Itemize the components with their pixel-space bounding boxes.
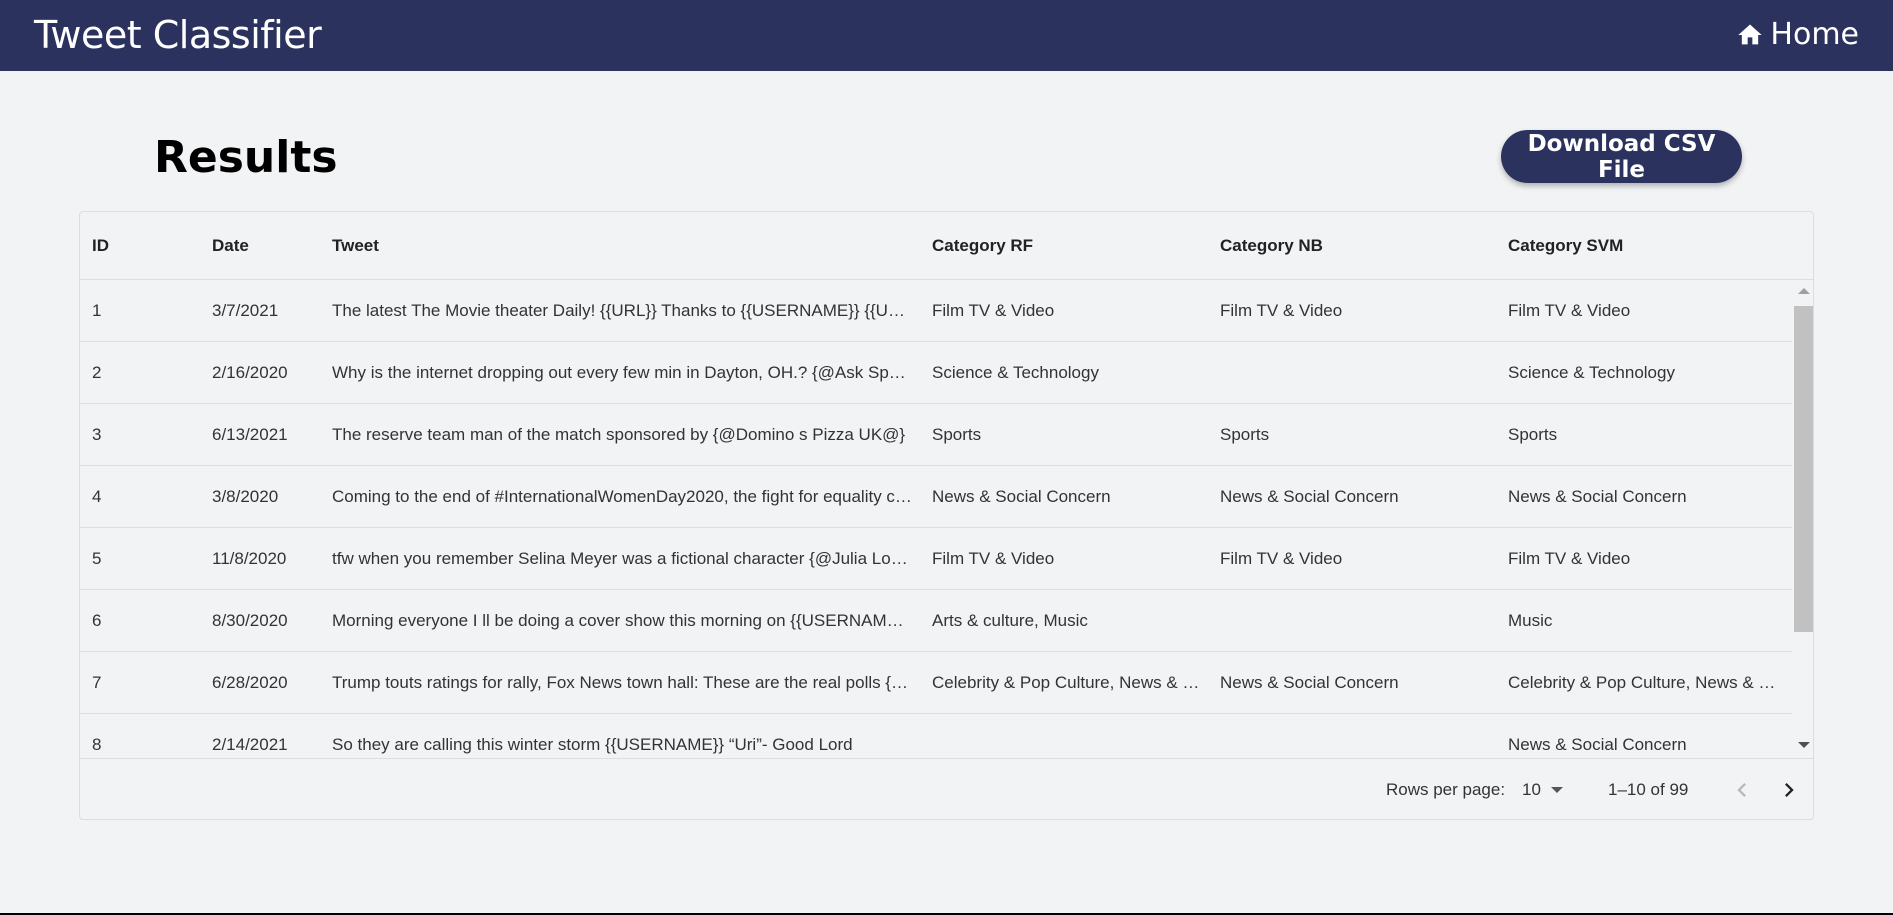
next-page-icon[interactable] (1775, 776, 1803, 804)
cell-date: 3/7/2021 (212, 301, 279, 320)
app-title: Tweet Classifier (34, 13, 322, 57)
column-header-category-svm[interactable]: Category SVM (1508, 212, 1623, 280)
cell-category-svm: Sports (1508, 425, 1558, 444)
cell-id: 4 (92, 487, 102, 506)
cell-date: 6/13/2021 (212, 425, 288, 444)
cell-id: 1 (92, 301, 102, 320)
cell-date: 11/8/2020 (212, 549, 287, 568)
table-row[interactable]: 8 2/14/2021 So they are calling this win… (80, 714, 1792, 758)
cell-tweet: The reserve team man of the match sponso… (332, 425, 906, 444)
table-row[interactable]: 6 8/30/2020 Morning everyone I ll be doi… (80, 590, 1792, 652)
cell-category-nb: Sports (1220, 425, 1270, 444)
column-header-category-nb[interactable]: Category NB (1220, 212, 1323, 280)
cell-category-rf: Celebrity & Pop Culture, News & Social C… (932, 673, 1202, 692)
cell-category-nb: News & Social Concern (1220, 673, 1399, 692)
column-header-id[interactable]: ID (92, 212, 192, 280)
cell-tweet: Coming to the end of #InternationalWomen… (332, 487, 912, 506)
table-scrollbar[interactable] (1792, 280, 1813, 758)
cell-category-svm: News & Social Concern (1508, 487, 1687, 506)
home-icon (1738, 24, 1763, 45)
rows-per-page-label: Rows per page: (1386, 780, 1506, 799)
cell-tweet: tfw when you remember Selina Meyer was a… (332, 549, 912, 568)
cell-id: 6 (92, 611, 102, 630)
scroll-up-arrow-icon[interactable] (1798, 288, 1810, 294)
home-link[interactable]: Home (1736, 18, 1859, 52)
table-header: ID Date Tweet Category RF Category NB Ca… (80, 212, 1813, 280)
cell-category-rf: Sports (932, 425, 982, 444)
table-row[interactable]: 4 3/8/2020 Coming to the end of #Interna… (80, 466, 1792, 528)
rows-per-page-select[interactable]: 10 (1522, 759, 1563, 819)
table-row[interactable]: 3 6/13/2021 The reserve team man of the … (80, 404, 1792, 466)
column-header-category-rf[interactable]: Category RF (932, 212, 1033, 280)
cell-id: 7 (92, 673, 102, 692)
cell-category-nb (1220, 342, 1490, 403)
cell-tweet: Trump touts ratings for rally, Fox News … (332, 673, 912, 692)
cell-id: 2 (92, 363, 102, 382)
cell-tweet: Why is the internet dropping out every f… (332, 363, 912, 382)
table-row[interactable]: 1 3/7/2021 The latest The Movie theater … (80, 280, 1792, 342)
cell-category-svm: Film TV & Video (1508, 549, 1631, 568)
cell-category-svm: Film TV & Video (1508, 301, 1631, 320)
cell-tweet: So they are calling this winter storm {{… (332, 735, 853, 754)
cell-id: 8 (92, 735, 102, 754)
rows-per-page-value: 10 (1522, 780, 1541, 799)
scroll-down-arrow-icon[interactable] (1798, 742, 1810, 748)
cell-category-nb (1220, 590, 1490, 651)
table-body: 1 3/7/2021 The latest The Movie theater … (80, 280, 1792, 758)
table-row[interactable]: 2 2/16/2020 Why is the internet dropping… (80, 342, 1792, 404)
pagination: Rows per page: 10 1–10 of 99 (80, 758, 1813, 819)
cell-id: 3 (92, 425, 102, 444)
cell-category-rf: Film TV & Video (932, 549, 1055, 568)
cell-id: 5 (92, 549, 102, 568)
cell-tweet: Morning everyone I ll be doing a cover s… (332, 611, 912, 630)
caret-down-icon (1550, 787, 1563, 793)
cell-date: 8/30/2020 (212, 611, 288, 630)
previous-page-icon[interactable] (1728, 776, 1756, 804)
cell-category-rf: Arts & culture, Music (932, 611, 1088, 630)
cell-date: 2/16/2020 (212, 363, 288, 382)
scrollbar-thumb[interactable] (1794, 306, 1813, 632)
cell-category-rf: Science & Technology (932, 363, 1099, 382)
cell-tweet: The latest The Movie theater Daily! {{UR… (332, 301, 912, 320)
cell-category-rf: News & Social Concern (932, 487, 1111, 506)
home-link-label: Home (1770, 17, 1859, 52)
cell-category-rf: Film TV & Video (932, 301, 1055, 320)
cell-category-nb (1220, 714, 1490, 758)
table-row[interactable]: 5 11/8/2020 tfw when you remember Selina… (80, 528, 1792, 590)
cell-category-nb: Film TV & Video (1220, 301, 1343, 320)
download-csv-button[interactable]: Download CSV File (1501, 130, 1742, 183)
cell-category-nb: Film TV & Video (1220, 549, 1343, 568)
table-row[interactable]: 7 6/28/2020 Trump touts ratings for rall… (80, 652, 1792, 714)
pagination-range: 1–10 of 99 (1608, 780, 1689, 799)
cell-date: 2/14/2021 (212, 735, 288, 754)
cell-category-rf (932, 714, 1202, 758)
page-title: Results (154, 132, 338, 183)
cell-category-svm: News & Social Concern (1508, 735, 1687, 754)
cell-date: 6/28/2020 (212, 673, 288, 692)
cell-category-svm: Celebrity & Pop Culture, News & Social C… (1508, 673, 1778, 692)
column-header-tweet[interactable]: Tweet (332, 212, 379, 280)
cell-category-svm: Music (1508, 611, 1553, 630)
cell-category-nb: News & Social Concern (1220, 487, 1399, 506)
app-bar: Tweet Classifier Home (0, 0, 1893, 71)
column-header-date[interactable]: Date (212, 212, 249, 280)
results-table: ID Date Tweet Category RF Category NB Ca… (79, 211, 1814, 820)
cell-category-svm: Science & Technology (1508, 363, 1675, 382)
cell-date: 3/8/2020 (212, 487, 279, 506)
